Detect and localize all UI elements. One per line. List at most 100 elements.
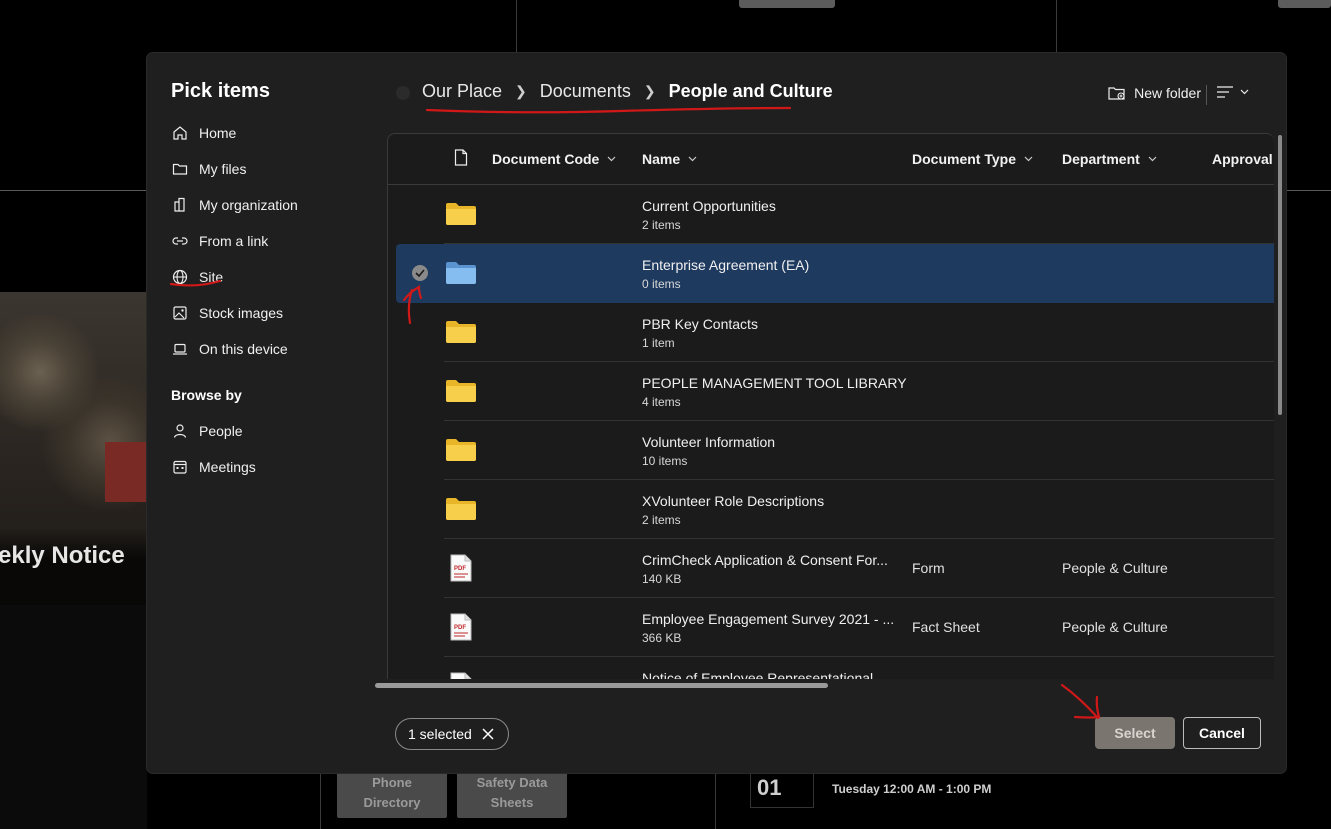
nav-label: People: [199, 423, 243, 439]
cancel-button[interactable]: Cancel: [1183, 717, 1261, 749]
nav-item-home[interactable]: Home: [171, 115, 371, 151]
globe-icon: [171, 268, 189, 286]
item-name: Employee Engagement Survey 2021 - ...: [642, 611, 895, 627]
nav-label: From a link: [199, 233, 269, 249]
file-type-icon: [454, 149, 468, 166]
horizontal-scrollbar[interactable]: [375, 683, 828, 688]
new-folder-label: New folder: [1134, 85, 1201, 101]
column-document-type[interactable]: Document Type: [912, 151, 1033, 167]
browse-by-heading: Browse by: [171, 387, 242, 403]
dialog-title: Pick items: [171, 80, 270, 102]
column-approval[interactable]: Approval: [1212, 151, 1273, 167]
list-item[interactable]: PBR Key Contacts 1 item: [388, 303, 1274, 362]
list-item[interactable]: PDF Employee Engagement Survey 2021 - ..…: [388, 598, 1274, 657]
list-item-selected[interactable]: Enterprise Agreement (EA) 0 items: [396, 244, 1274, 303]
svg-text:PDF: PDF: [454, 625, 466, 631]
selected-count-pill[interactable]: 1 selected: [395, 718, 509, 750]
button-label: Directory: [363, 795, 421, 810]
chevron-down-icon: [1240, 89, 1249, 95]
list-item[interactable]: PDF Notice of Employee Representational: [388, 657, 1274, 679]
background-divider: [516, 0, 517, 53]
image-icon: [171, 304, 189, 322]
column-name[interactable]: Name: [642, 151, 697, 167]
nav-item-site[interactable]: Site: [171, 259, 371, 295]
pick-items-dialog: Pick items Home My files My organization…: [147, 53, 1286, 773]
background-tab: [1278, 0, 1331, 8]
building-icon: [171, 196, 189, 214]
breadcrumb-people-and-culture: People and Culture: [668, 81, 833, 101]
chevron-down-icon: [1148, 156, 1157, 162]
select-button[interactable]: Select: [1095, 717, 1175, 749]
item-name: PEOPLE MANAGEMENT TOOL LIBRARY: [642, 375, 907, 391]
item-name: Enterprise Agreement (EA): [642, 257, 810, 273]
folder-icon: [446, 203, 476, 225]
chevron-right-icon: ❯: [515, 83, 527, 99]
item-name: Current Opportunities: [642, 198, 776, 214]
folder-icon: [446, 498, 476, 520]
new-folder-button[interactable]: New folder: [1108, 85, 1201, 101]
nav-item-from-a-link[interactable]: From a link: [171, 223, 371, 259]
item-name: Notice of Employee Representational: [642, 670, 874, 679]
calendar-icon: [171, 458, 189, 476]
nav-label: My files: [199, 161, 247, 177]
nav-item-stock-images[interactable]: Stock images: [171, 295, 371, 331]
home-icon: [171, 124, 189, 142]
nav-item-my-organization[interactable]: My organization: [171, 187, 371, 223]
new-folder-icon: [1108, 87, 1125, 100]
nav-item-meetings[interactable]: Meetings: [171, 449, 371, 485]
list-item[interactable]: PEOPLE MANAGEMENT TOOL LIBRARY 4 items: [388, 362, 1274, 421]
chevron-down-icon: [607, 156, 616, 162]
list-item[interactable]: XVolunteer Role Descriptions 2 items: [388, 480, 1274, 539]
item-meta: 4 items: [642, 395, 681, 409]
chevron-down-icon: [1024, 156, 1033, 162]
nav-label: Home: [199, 125, 237, 141]
item-name: XVolunteer Role Descriptions: [642, 493, 825, 509]
item-meta: 1 item: [642, 336, 675, 350]
column-label: Name: [642, 151, 681, 167]
nav-item-on-this-device[interactable]: On this device: [171, 331, 371, 367]
nav-item-people[interactable]: People: [171, 413, 371, 449]
person-icon: [171, 422, 189, 440]
folder-icon: [446, 321, 476, 343]
back-icon[interactable]: [396, 86, 410, 100]
button-label: Sheets: [490, 795, 534, 810]
item-meta: 0 items: [642, 277, 681, 291]
column-department[interactable]: Department: [1062, 151, 1157, 167]
svg-text:PDF: PDF: [454, 566, 466, 572]
view-options-button[interactable]: [1216, 85, 1249, 99]
list-header: Document Code Name Document Type Departm…: [388, 134, 1274, 185]
nav-label: My organization: [199, 197, 298, 213]
folder-icon: [446, 439, 476, 461]
folder-icon: [446, 380, 476, 402]
breadcrumb-documents[interactable]: Documents: [540, 81, 631, 102]
list-item[interactable]: Volunteer Information 10 items: [388, 421, 1274, 480]
pdf-icon: PDF: [450, 672, 472, 679]
file-type-column[interactable]: [454, 149, 468, 166]
laptop-icon: [171, 340, 189, 358]
vertical-scrollbar[interactable]: [1278, 135, 1282, 415]
breadcrumb-our-place[interactable]: Our Place: [422, 81, 502, 102]
close-icon[interactable]: [482, 728, 494, 740]
background-divider: [1056, 0, 1057, 53]
item-meta: 2 items: [642, 513, 681, 527]
item-meta: 2 items: [642, 218, 681, 232]
item-doctype: Fact Sheet: [912, 619, 980, 635]
pdf-icon: PDF: [450, 554, 472, 582]
column-label: Approval: [1212, 151, 1273, 167]
nav-item-my-files[interactable]: My files: [171, 151, 371, 187]
dialog-header: Our Place ❯ Documents ❯ People and Cultu…: [387, 81, 1267, 111]
item-meta: 140 KB: [642, 572, 682, 586]
header-divider: [1206, 85, 1207, 105]
phone-directory-button[interactable]: Phone Directory: [337, 768, 447, 818]
list-item[interactable]: Current Opportunities 2 items: [388, 185, 1274, 244]
column-document-code[interactable]: Document Code: [492, 151, 616, 167]
item-department: People & Culture: [1062, 560, 1168, 576]
list-item[interactable]: PDF CrimCheck Application & Consent For.…: [388, 539, 1274, 598]
item-meta: 366 KB: [642, 631, 682, 645]
column-label: Document Code: [492, 151, 600, 167]
safety-data-sheets-button[interactable]: Safety Data Sheets: [457, 768, 567, 818]
news-photo: ekly Notice: [0, 292, 147, 605]
item-meta: 10 items: [642, 454, 688, 468]
checkmark-icon[interactable]: [412, 265, 428, 281]
nav-label: Stock images: [199, 305, 284, 321]
